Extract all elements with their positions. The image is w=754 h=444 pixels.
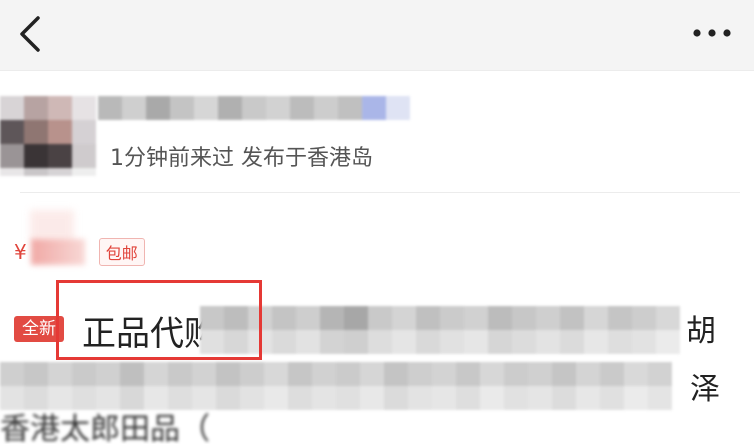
listing-title-redacted-line2 [0,362,680,410]
top-nav-bar [0,0,754,71]
seller-name-redacted [98,96,410,120]
annotation-highlight-box [56,280,262,360]
seller-avatar[interactable] [0,96,100,176]
listing-title-tail-char-1: 胡 [686,314,716,349]
currency-symbol: ¥ [14,240,27,264]
seller-activity-location: 1分钟前来过 发布于香港岛 [110,146,373,171]
listing-title-redacted-line1 [200,306,686,354]
listing-title-line3-partial: 香港太郎田品（ [0,412,210,444]
more-horizontal-icon[interactable] [692,26,732,40]
listing-title-tail-char-2: 泽 [690,372,720,407]
chevron-left-icon[interactable] [14,14,50,54]
section-divider [20,192,740,193]
free-shipping-badge: 包邮 [98,238,145,266]
price-value-redacted [30,239,85,265]
price-row: ¥ 包邮 [14,236,145,268]
